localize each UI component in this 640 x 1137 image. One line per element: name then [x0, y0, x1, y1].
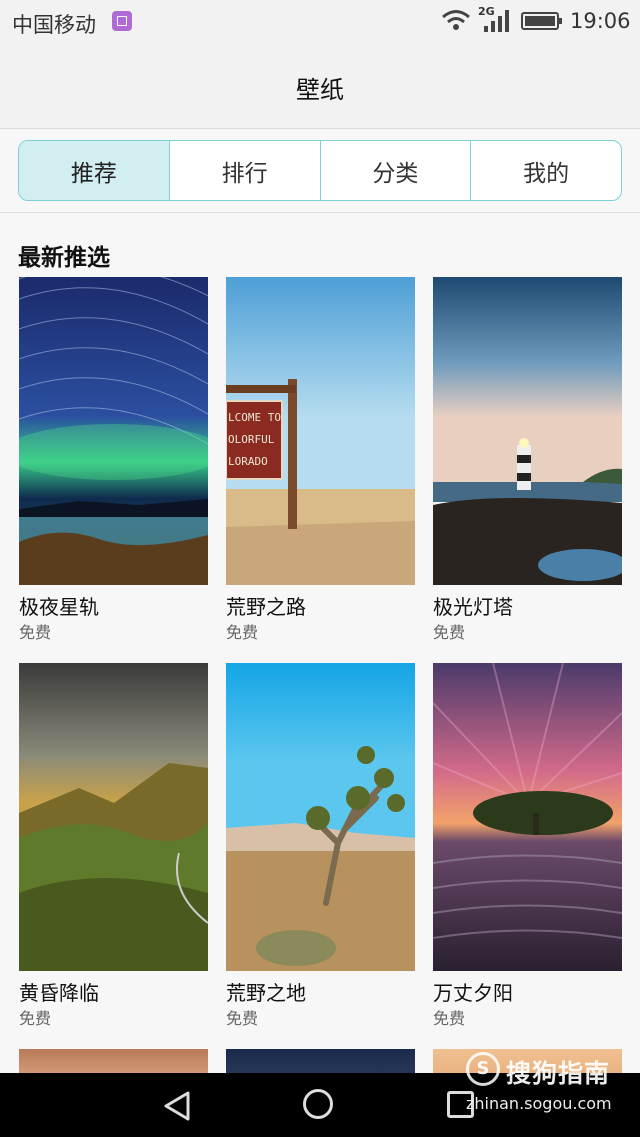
segmented-tabs: 推荐 排行 分类 我的	[18, 140, 622, 201]
tab-mine[interactable]: 我的	[471, 141, 621, 200]
wallpaper-card[interactable]: 极光灯塔 免费	[433, 277, 622, 643]
sign-line-1: LCOME TO	[228, 411, 281, 424]
sogou-logo-icon: S	[466, 1052, 500, 1086]
wallpaper-thumbnail[interactable]	[19, 277, 208, 585]
wallpaper-price: 免费	[433, 623, 466, 642]
wallpaper-card[interactable]: LCOME TO OLORFUL LORADO 荒野之路 免费	[226, 277, 415, 643]
sign-line-2: OLORFUL	[228, 433, 275, 446]
tab-categories[interactable]: 分类	[321, 141, 472, 200]
wallpaper-thumbnail[interactable]	[19, 663, 208, 971]
sign-line-3: LORADO	[228, 455, 268, 468]
wallpaper-card[interactable]: 极夜星轨 免费	[19, 277, 208, 643]
wallpaper-name: 荒野之地	[226, 981, 306, 1005]
wallpaper-name: 万丈夕阳	[433, 981, 513, 1005]
battery-icon	[521, 12, 562, 30]
page-title: 壁纸	[296, 76, 344, 104]
wallpaper-price: 免费	[226, 1009, 259, 1028]
wallpaper-thumbnail[interactable]	[433, 663, 622, 971]
section-title: 最新推选	[18, 245, 110, 271]
watermark-url: zhinan.sogou.com	[466, 1094, 612, 1113]
wallpaper-price: 免费	[19, 1009, 52, 1028]
tab-ranking[interactable]: 排行	[170, 141, 321, 200]
divider	[0, 212, 640, 213]
wallpaper-card[interactable]: 万丈夕阳 免费	[433, 663, 622, 1029]
watermark: S 搜狗指南 zhinan.sogou.com	[466, 1052, 636, 1122]
wallpaper-price: 免费	[226, 623, 259, 642]
home-icon[interactable]	[303, 1089, 333, 1119]
wallpaper-card[interactable]: 黄昏降临 免费	[19, 663, 208, 1029]
wallpaper-price: 免费	[433, 1009, 466, 1028]
wallpaper-name: 极夜星轨	[19, 595, 99, 619]
signal-icon	[484, 10, 509, 32]
title-bar: 壁纸	[0, 44, 640, 129]
status-bar: 中国移动 2G 19:06	[0, 0, 640, 44]
wallpaper-name: 黄昏降临	[19, 981, 99, 1005]
wallpaper-name: 荒野之路	[226, 595, 306, 619]
wallpaper-thumbnail[interactable]	[226, 663, 415, 971]
tab-recommended[interactable]: 推荐	[19, 141, 170, 200]
watermark-text: 搜狗指南	[506, 1059, 611, 1088]
wallpaper-price: 免费	[19, 623, 52, 642]
wallpaper-card[interactable]: 荒野之地 免费	[226, 663, 415, 1029]
carrier-name: 中国移动	[12, 13, 96, 37]
wallpaper-name: 极光灯塔	[433, 595, 513, 619]
clock: 19:06	[570, 9, 631, 33]
wifi-icon	[442, 10, 470, 30]
back-icon[interactable]	[162, 1090, 192, 1122]
wallpaper-thumbnail[interactable]	[433, 277, 622, 585]
gallery-notification-icon	[112, 11, 132, 31]
wallpaper-thumbnail[interactable]: LCOME TO OLORFUL LORADO	[226, 277, 415, 585]
